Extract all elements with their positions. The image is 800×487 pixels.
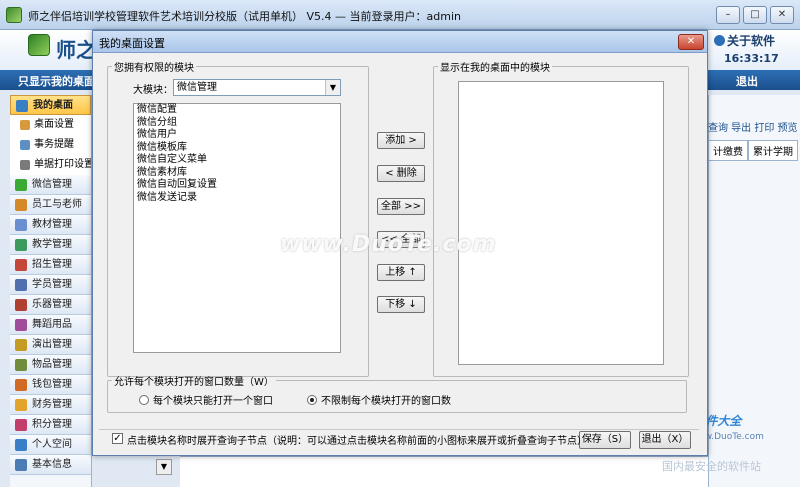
tab-semester[interactable]: 累计学期 bbox=[748, 140, 798, 161]
tab-fees[interactable]: 计缴费 bbox=[708, 140, 748, 161]
sidebar-item-my-desktop[interactable]: 我的桌面 bbox=[10, 95, 91, 115]
sidebar-item-textbook[interactable]: 教材管理 bbox=[10, 215, 91, 235]
remove-button[interactable]: < 删除 bbox=[377, 165, 425, 182]
sidebar-sub-reminders[interactable]: 事务提醒 bbox=[10, 135, 91, 155]
expand-subnodes-label: 点击模块名称时展开查询子节点（说明：可以通过点击模块名称前面的小图标来展开或折叠… bbox=[127, 436, 587, 447]
sidebar-item-dance[interactable]: 舞蹈用品 bbox=[10, 315, 91, 335]
available-modules-title: 您拥有权限的模块 bbox=[114, 63, 194, 74]
printer-icon bbox=[20, 160, 30, 170]
sidebar-item-personal[interactable]: 个人空间 bbox=[10, 435, 91, 455]
radio-selected-icon[interactable] bbox=[307, 395, 317, 405]
list-item[interactable]: 微信用户 bbox=[134, 129, 340, 142]
list-item[interactable]: 微信发送记录 bbox=[134, 192, 340, 205]
dance-icon bbox=[15, 319, 27, 331]
exit-dialog-button[interactable]: 退出（X） bbox=[639, 431, 691, 449]
expand-subnodes-checkbox[interactable]: ✓ bbox=[112, 433, 123, 444]
site-watermark: www.DuoTe.com bbox=[280, 232, 497, 257]
goods-icon bbox=[15, 359, 27, 371]
app-titlebar: 师之伴侣培训学校管理软件艺术培训分校版（试用单机） V5.4 — 当前登录用户：… bbox=[0, 0, 800, 30]
logo-text: 师之 bbox=[56, 38, 96, 62]
sidebar-item-students[interactable]: 学员管理 bbox=[10, 275, 91, 295]
user-icon bbox=[20, 120, 30, 130]
dialog-title: 我的桌面设置 bbox=[99, 37, 165, 50]
performance-icon bbox=[15, 339, 27, 351]
move-down-button[interactable]: 下移 ↓ bbox=[377, 296, 425, 313]
info-icon bbox=[714, 35, 725, 46]
right-tabs: 计缴费 累计学期 bbox=[708, 140, 798, 161]
major-module-select[interactable]: 微信管理 ▼ bbox=[173, 79, 341, 96]
minimize-icon[interactable]: – bbox=[716, 6, 740, 24]
sidebar-item-performance[interactable]: 演出管理 bbox=[10, 335, 91, 355]
available-modules-list[interactable]: 微信配置 微信分组 微信用户 微信模板库 微信自定义菜单 微信素材库 微信自动回… bbox=[133, 103, 341, 353]
desktop-modules-title: 显示在我的桌面中的模块 bbox=[440, 63, 550, 74]
sidebar: 我的桌面 桌面设置 事务提醒 单据打印设置 微信管理 员工与老师 教材管理 教学… bbox=[10, 95, 92, 487]
sidebar-item-teaching[interactable]: 教学管理 bbox=[10, 235, 91, 255]
exit-button[interactable]: 退出 bbox=[736, 73, 758, 89]
list-item[interactable]: 微信自定义菜单 bbox=[134, 154, 340, 167]
enrollment-icon bbox=[15, 259, 27, 271]
sidebar-item-staff[interactable]: 员工与老师 bbox=[10, 195, 91, 215]
points-icon bbox=[15, 419, 27, 431]
clock-icon bbox=[20, 140, 30, 150]
brand-tagline: 国内最安全的软件站 bbox=[662, 460, 761, 473]
radio-single-window[interactable]: 每个模块只能打开一个窗口 bbox=[139, 392, 273, 407]
sidebar-item-enrollment[interactable]: 招生管理 bbox=[10, 255, 91, 275]
sidebar-item-goods[interactable]: 物品管理 bbox=[10, 355, 91, 375]
clock: 16:33:17 bbox=[724, 52, 779, 65]
window-controls: – □ ✕ bbox=[716, 6, 794, 24]
students-icon bbox=[15, 279, 27, 291]
toolbar-links[interactable]: 查询 导出 打印 预览 bbox=[708, 119, 798, 134]
list-item[interactable]: 微信自动回复设置 bbox=[134, 179, 340, 192]
info-icon bbox=[15, 459, 27, 471]
sidebar-item-finance[interactable]: 财务管理 bbox=[10, 395, 91, 415]
teaching-icon bbox=[15, 239, 27, 251]
wallet-icon bbox=[15, 379, 27, 391]
dialog-titlebar: 我的桌面设置 ✕ bbox=[93, 31, 707, 53]
scroll-down-icon[interactable]: ▼ bbox=[156, 459, 172, 475]
sidebar-item-points[interactable]: 积分管理 bbox=[10, 415, 91, 435]
move-up-button[interactable]: 上移 ↑ bbox=[377, 264, 425, 281]
sidebar-item-wechat[interactable]: 微信管理 bbox=[10, 175, 91, 195]
bottom-panel bbox=[180, 456, 708, 487]
add-all-button[interactable]: 全部 >> bbox=[377, 198, 425, 215]
app-icon bbox=[6, 7, 22, 23]
sidebar-item-wallet[interactable]: 钱包管理 bbox=[10, 375, 91, 395]
list-item[interactable]: 微信配置 bbox=[134, 104, 340, 117]
about-button[interactable]: 关于软件 bbox=[714, 32, 775, 49]
chevron-down-icon[interactable]: ▼ bbox=[325, 80, 340, 95]
only-show-desktop[interactable]: 只显示我的桌面 bbox=[18, 73, 95, 89]
wechat-icon bbox=[15, 179, 27, 191]
window-count-title: 允许每个模块打开的窗口数量（W） bbox=[114, 377, 274, 388]
instrument-icon bbox=[15, 299, 27, 311]
radio-icon[interactable] bbox=[139, 395, 149, 405]
add-button[interactable]: 添加 > bbox=[377, 132, 425, 149]
radio-unlimited-windows[interactable]: 不限制每个模块打开的窗口数 bbox=[307, 392, 451, 407]
desktop-icon bbox=[16, 100, 28, 112]
sidebar-item-instruments[interactable]: 乐器管理 bbox=[10, 295, 91, 315]
finance-icon bbox=[15, 399, 27, 411]
list-item[interactable]: 微信分组 bbox=[134, 117, 340, 130]
desktop-modules-list[interactable] bbox=[458, 81, 664, 365]
close-icon[interactable]: ✕ bbox=[770, 6, 794, 24]
app-title: 师之伴侣培训学校管理软件艺术培训分校版（试用单机） V5.4 — 当前登录用户：… bbox=[28, 10, 461, 23]
staff-icon bbox=[15, 199, 27, 211]
personal-icon bbox=[15, 439, 27, 451]
sidebar-item-basic-info[interactable]: 基本信息 bbox=[10, 455, 91, 475]
sidebar-sub-desktop-settings[interactable]: 桌面设置 bbox=[10, 115, 91, 135]
sidebar-sub-print-settings[interactable]: 单据打印设置 bbox=[10, 155, 91, 175]
logo-icon bbox=[28, 34, 50, 56]
book-icon bbox=[15, 219, 27, 231]
list-item[interactable]: 微信模板库 bbox=[134, 142, 340, 155]
major-module-label: 大模块： bbox=[133, 85, 173, 96]
close-icon[interactable]: ✕ bbox=[678, 34, 704, 50]
list-item[interactable]: 微信素材库 bbox=[134, 167, 340, 180]
maximize-icon[interactable]: □ bbox=[743, 6, 767, 24]
